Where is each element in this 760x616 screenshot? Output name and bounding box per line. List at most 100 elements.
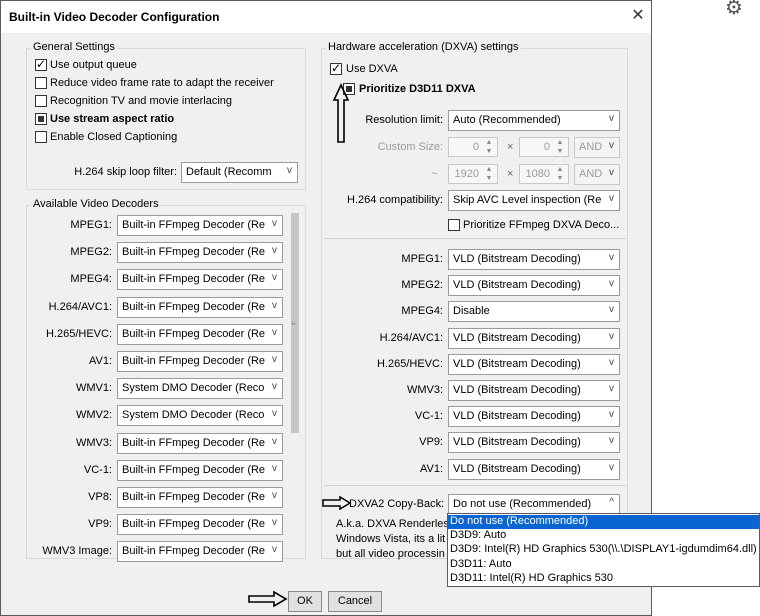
dropdown-option[interactable]: D3D9: Auto — [448, 529, 759, 543]
use-output-queue-checkbox[interactable] — [35, 57, 47, 71]
custom-width-min-spinner[interactable]: 0 ▲ ▼ — [448, 137, 498, 157]
gear-icon[interactable]: ⚙ — [722, 0, 746, 18]
custom-height-min-value: 0 — [543, 141, 550, 153]
decoder-select[interactable]: Built-in FFmpeg Decoder (Re v — [117, 215, 283, 236]
custom-size-and-select-1[interactable]: AND v — [574, 137, 620, 158]
hw-decoder-value: VLD (Bitstream Decoding) — [453, 462, 581, 475]
decoder-select[interactable]: Built-in FFmpeg Decoder (Re v — [117, 541, 283, 563]
spinner-arrows-icon: ▲ ▼ — [485, 166, 493, 182]
skip-loop-select[interactable]: Default (Recomm v — [181, 162, 298, 183]
hw-decoder-value: VLD (Bitstream Decoding) — [453, 253, 581, 265]
decoder-label: H.265/HEVC: — [45, 327, 112, 340]
hw-decoder-label: WMV3: — [406, 384, 443, 396]
hw-decoder-value: Disable — [453, 305, 490, 318]
resolution-limit-select[interactable]: Auto (Recommended) v — [448, 110, 620, 131]
custom-height-min-spinner[interactable]: 0 ▲ ▼ — [519, 137, 569, 157]
close-icon[interactable]: ✕ — [629, 6, 647, 26]
hw-decoder-select[interactable]: VLD (Bitstream Decoding) v — [448, 406, 620, 428]
hw-accel-title: Hardware acceleration (DXVA) settings — [326, 41, 521, 53]
chevron-down-icon: v — [609, 409, 614, 421]
custom-size-and-select-2[interactable]: AND v — [574, 164, 620, 185]
decoder-label: WMV3 Image: — [42, 545, 112, 558]
chevron-down-icon: v — [272, 408, 277, 420]
skip-loop-value: Default (Recomm — [186, 166, 272, 178]
copyback-select[interactable]: Do not use (Recommended) ^ — [448, 494, 620, 515]
hw-decoder-value: VLD (Bitstream Decoding) — [453, 279, 581, 292]
resolution-limit-label: Resolution limit: — [365, 114, 443, 126]
decoder-select[interactable]: System DMO Decoder (Reco v — [117, 405, 283, 427]
chevron-down-icon: v — [272, 354, 277, 365]
general-settings-title: General Settings — [31, 41, 117, 53]
prioritize-ffmpeg-checkbox[interactable] — [448, 219, 460, 231]
hw-section-divider — [324, 238, 626, 239]
decoder-value: Built-in FFmpeg Decoder (Re — [122, 355, 266, 367]
dropdown-option[interactable]: D3D11: Intel(R) HD Graphics 530 — [448, 572, 759, 586]
annotation-right-arrow-ok-icon — [248, 590, 288, 608]
decoder-select[interactable]: System DMO Decoder (Reco v — [117, 378, 283, 400]
custom-width-max-spinner[interactable]: 1920 ▲ ▼ — [448, 164, 498, 184]
custom-size-label: Custom Size: — [377, 141, 443, 153]
decoder-value: Built-in FFmpeg Decoder (Re — [122, 219, 266, 231]
prioritize-ffmpeg-label: Prioritize FFmpeg DXVA Deco... — [463, 219, 620, 231]
interlacing-label: Recognition TV and movie interlacing — [50, 95, 233, 107]
decoder-select[interactable]: Built-in FFmpeg Decoder (Re v — [117, 487, 283, 508]
decoder-select[interactable]: Built-in FFmpeg Decoder (Re v — [117, 323, 283, 345]
decoder-select[interactable]: Built-in FFmpeg Decoder (Re v — [117, 514, 283, 536]
custom-height-max-spinner[interactable]: 1080 ▲ ▼ — [519, 164, 569, 184]
stream-aspect-checkbox[interactable] — [35, 113, 47, 125]
chevron-down-icon: v — [272, 490, 277, 501]
copyback-label: DXVA2 Copy-Back: — [349, 498, 445, 510]
reduce-frame-rate-checkbox[interactable] — [35, 77, 47, 89]
chevron-down-icon: v — [609, 167, 614, 178]
decoder-select[interactable]: Built-in FFmpeg Decoder (Re v — [117, 242, 283, 264]
chevron-down-icon: v — [272, 218, 277, 229]
hw-decoder-value: VLD (Bitstream Decoding) — [453, 357, 581, 370]
hw-decoder-select[interactable]: VLD (Bitstream Decoding) v — [448, 275, 620, 297]
dropdown-option[interactable]: D3D9: Intel(R) HD Graphics 530(\\.\DISPL… — [448, 543, 759, 557]
hw-decoder-select[interactable]: VLD (Bitstream Decoding) v — [448, 327, 620, 349]
chevron-down-icon: v — [609, 330, 614, 342]
use-dxva-checkbox[interactable] — [330, 61, 342, 75]
dropdown-option[interactable]: D3D11: Auto — [448, 558, 759, 572]
h264-compat-select[interactable]: Skip AVC Level inspection (Re v — [448, 190, 620, 211]
copyback-desc-line-3: but all video processin — [336, 548, 445, 560]
copyback-desc-line-2: Windows Vista, its a lit — [336, 533, 446, 545]
spinner-arrows-icon: ▲ ▼ — [556, 139, 564, 155]
decoder-select[interactable]: Built-in FFmpeg Decoder (Re v — [117, 269, 283, 291]
chevron-down-icon: v — [609, 193, 614, 204]
spinner-arrows-icon: ▲ ▼ — [485, 139, 493, 155]
hw-decoder-value: VLD (Bitstream Decoding) — [453, 384, 581, 396]
decoder-value: System DMO Decoder (Reco — [122, 382, 265, 395]
hw-decoder-select[interactable]: VLD (Bitstream Decoding) v — [448, 353, 620, 375]
prioritize-d3d11-label: Prioritize D3D11 DXVA — [359, 83, 476, 95]
ok-button[interactable]: OK — [288, 591, 322, 612]
hw-decoder-value: VLD (Bitstream Decoding) — [453, 410, 581, 423]
closed-captioning-checkbox[interactable] — [35, 131, 47, 143]
chevron-down-icon: v — [609, 113, 614, 124]
decoder-select[interactable]: Built-in FFmpeg Decoder (Re v — [117, 351, 283, 372]
hw-decoder-select[interactable]: VLD (Bitstream Decoding) v — [448, 458, 620, 480]
video-decoders-title: Available Video Decoders — [31, 198, 161, 210]
interlacing-checkbox[interactable] — [35, 95, 47, 107]
chevron-down-icon: v — [609, 461, 614, 473]
decoder-value: Built-in FFmpeg Decoder (Re — [122, 545, 266, 558]
decoder-value: Built-in FFmpeg Decoder (Re — [122, 491, 266, 503]
decoder-label: WMV3: — [75, 436, 112, 449]
dropdown-option[interactable]: Do not use (Recommended) — [448, 515, 759, 529]
hw-decoder-select[interactable]: Disable v — [448, 301, 620, 323]
decoder-select[interactable]: Built-in FFmpeg Decoder (Re v — [117, 296, 283, 318]
decoder-value: Built-in FFmpeg Decoder (Re — [122, 246, 266, 259]
copyback-dropdown-list[interactable]: Do not use (Recommended) D3D9: Auto D3D9: … — [447, 513, 760, 587]
hw-decoder-select[interactable]: VLD (Bitstream Decoding) v — [448, 432, 620, 454]
annotation-right-arrow-copyback-icon — [322, 495, 352, 511]
hw-decoder-select[interactable]: VLD (Bitstream Decoding) v — [448, 249, 620, 270]
decoder-select[interactable]: Built-in FFmpeg Decoder (Re v — [117, 459, 283, 481]
cancel-button[interactable]: Cancel — [328, 591, 382, 612]
hw-decoder-label: MPEG1: — [401, 253, 443, 265]
chevron-down-icon: v — [272, 517, 277, 529]
dialog-title: Built-in Video Decoder Configuration — [9, 10, 220, 24]
hw-decoder-select[interactable]: VLD (Bitstream Decoding) v — [448, 380, 620, 401]
times-symbol: × — [507, 168, 514, 180]
skip-loop-label: H.264 skip loop filter: — [74, 166, 177, 178]
decoder-select[interactable]: Built-in FFmpeg Decoder (Re v — [117, 432, 283, 454]
